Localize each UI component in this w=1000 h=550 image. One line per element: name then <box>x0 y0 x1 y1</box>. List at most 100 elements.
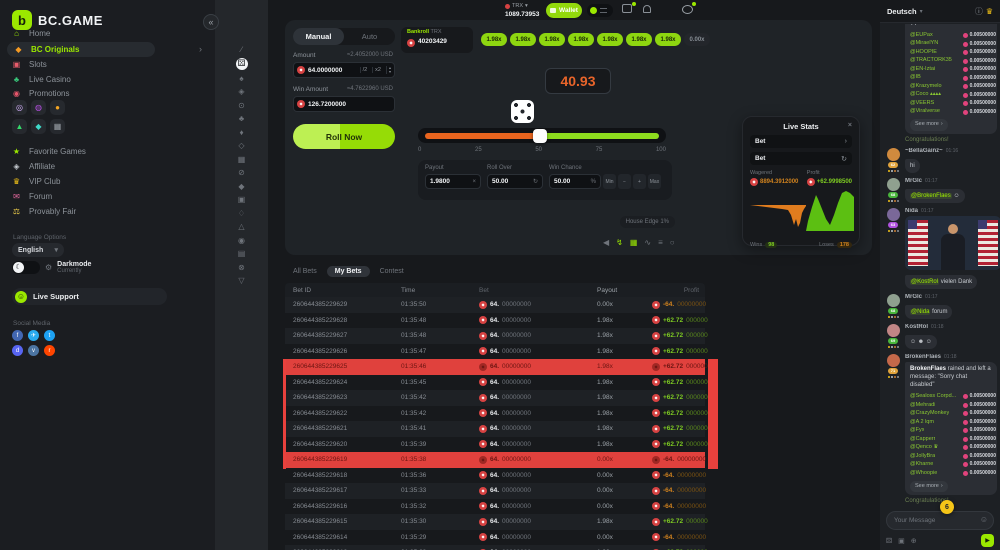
rail-game-icon[interactable]: ⊗ <box>237 262 247 272</box>
rail-game-icon[interactable]: ▦ <box>237 154 247 164</box>
mention[interactable]: @KostRol <box>910 279 939 285</box>
sidebar-item[interactable]: ▣ Slots <box>0 58 215 73</box>
win-amount-input[interactable]: 126.7200000 <box>293 96 395 112</box>
avatar[interactable] <box>887 148 900 161</box>
bet-row[interactable]: 260644385229624 01:35:45 64.00000000 1.9… <box>285 375 705 391</box>
bonus-pig-icon[interactable] <box>682 4 694 16</box>
rain-recipient[interactable]: @Qenco ♛ <box>910 444 938 451</box>
see-more-button[interactable]: See more› <box>910 481 948 492</box>
avatar[interactable] <box>887 178 900 191</box>
rain-recipient[interactable]: @MiraelYN <box>910 40 938 47</box>
bet-row[interactable]: 260644385229628 01:35:48 64.00000000 1.9… <box>285 313 705 329</box>
rail-game-icon[interactable]: ♠ <box>237 73 247 83</box>
turbo-bolt-icon[interactable]: ↯ <box>616 238 623 247</box>
mention[interactable]: @BrokenFlaes <box>910 193 952 199</box>
rain-recipient[interactable]: @EN-Iztai <box>910 66 935 73</box>
gear-icon[interactable]: ⚙ <box>45 263 52 272</box>
rain-recipient[interactable]: @Sealoss Corpd... <box>910 393 956 400</box>
rain-recipient[interactable]: @Whoopie <box>910 470 937 477</box>
rail-game-icon[interactable]: ⊙ <box>237 100 247 110</box>
chat-input[interactable] <box>886 511 994 530</box>
send-button[interactable]: ▶ <box>981 534 994 547</box>
new-messages-badge[interactable]: 6 <box>940 500 954 514</box>
bet-row[interactable]: 260644385229613 01:35:28 64.00000000 1.9… <box>285 545 705 550</box>
rain-recipient[interactable]: @HOOPIE <box>910 49 937 56</box>
darkmode-toggle[interactable]: ☾ <box>12 261 40 274</box>
quick-game-tile[interactable]: ◎ <box>12 100 27 115</box>
social-icon[interactable]: r <box>44 345 55 356</box>
rain-recipient[interactable]: @EUPax <box>910 32 933 39</box>
social-icon[interactable]: ✈ <box>28 330 39 341</box>
close-icon[interactable]: × <box>848 122 852 129</box>
chance-adjust-button[interactable]: − <box>618 174 631 189</box>
tab-my-bets[interactable]: My Bets <box>327 266 370 277</box>
result-history-pill[interactable]: 1.98x <box>655 33 681 46</box>
stats-grid-icon[interactable]: ▦ <box>630 238 638 247</box>
balance-display[interactable]: TRX ▾ 1089.73953 <box>505 4 539 18</box>
rain-recipient[interactable]: @JollyBra <box>910 453 935 460</box>
stats-game-selector[interactable]: Bet› <box>750 135 852 148</box>
chat-username[interactable]: BrokenFlaes <box>905 354 941 360</box>
result-history-pill[interactable]: 1.98x <box>539 33 565 46</box>
bet-row[interactable]: 260644385229620 01:35:39 64.00000000 1.9… <box>285 437 705 453</box>
payout-input[interactable]: 1.9800 × <box>425 174 481 189</box>
language-select[interactable]: English ▾ <box>12 243 64 257</box>
rules-icon[interactable]: ≡ <box>658 238 663 247</box>
double-bet-button[interactable]: x2 <box>372 67 383 73</box>
bet-row[interactable]: 260644385229623 01:35:42 64.00000000 1.9… <box>285 390 705 406</box>
rail-game-icon[interactable]: ◈ <box>237 87 247 97</box>
rain-recipient[interactable]: @CrazyMonkey <box>910 410 949 417</box>
dice-shortcut-icon[interactable]: ⚄ <box>886 537 892 545</box>
rain-recipient[interactable]: @Fyx <box>910 427 924 434</box>
bet-row[interactable]: 260644385229619 01:35:38 64.00000000 0.0… <box>285 452 705 468</box>
chat-username[interactable]: MrGlc <box>905 178 922 184</box>
rail-game-icon[interactable]: ♢ <box>237 208 247 218</box>
bet-row[interactable]: 260644385229627 01:35:48 64.00000000 1.9… <box>285 328 705 344</box>
image-icon[interactable]: ▣ <box>898 537 905 545</box>
sidebar-item[interactable]: ✉ Forum <box>0 189 215 204</box>
rain-trophy-icon[interactable]: ♛ <box>986 7 993 16</box>
wallet-button[interactable]: Wallet <box>546 3 582 18</box>
rail-game-icon[interactable]: ♣ <box>237 114 247 124</box>
rail-game-icon[interactable]: ♦ <box>237 127 247 137</box>
slider-handle[interactable] <box>533 129 547 143</box>
chance-adjust-button[interactable]: Min <box>603 174 616 189</box>
favorite-icon[interactable]: ○ <box>670 238 675 247</box>
rail-game-icon[interactable]: ◆ <box>237 181 247 191</box>
see-more-button[interactable]: See more› <box>910 119 948 130</box>
rain-recipient[interactable]: @Mehradi <box>910 402 935 409</box>
quick-game-tile[interactable]: ▦ <box>50 119 65 134</box>
sidebar-item[interactable]: ♣ Live Casino <box>0 72 215 87</box>
result-history-pill[interactable]: 1.98x <box>481 33 507 46</box>
bet-row[interactable]: 260644385229614 01:35:29 64.00000000 0.0… <box>285 530 705 546</box>
chat-messages[interactable]: gebracht oder? 69 <box>880 24 1000 504</box>
chat-username[interactable]: KostRol <box>905 324 928 330</box>
roll-slider[interactable] <box>418 128 666 143</box>
chat-username[interactable]: Nida <box>905 208 918 214</box>
mention[interactable]: @Nida <box>910 309 930 315</box>
sound-icon[interactable]: ◀ <box>603 238 609 247</box>
social-icon[interactable]: f <box>12 330 23 341</box>
rail-game-icon[interactable]: ▽ <box>237 276 247 286</box>
result-history-pill[interactable]: 1.98x <box>510 33 536 46</box>
quick-game-tile[interactable]: ◍ <box>31 100 46 115</box>
rail-game-icon[interactable]: ∕ <box>237 44 247 54</box>
sidebar-item[interactable]: ♛ VIP Club <box>0 174 215 189</box>
rail-game-icon[interactable]: ◇ <box>237 141 247 151</box>
chat-username[interactable]: MrGlc <box>905 294 922 300</box>
tab-auto[interactable]: Auto <box>344 28 395 45</box>
rain-recipient[interactable]: @IB <box>910 74 921 81</box>
rain-recipient[interactable]: @A 2 lqm <box>910 419 934 426</box>
bet-row[interactable]: 260644385229629 01:35:50 64.00000000 0.0… <box>285 297 705 313</box>
roll-over-input[interactable]: 50.00 ↻ <box>487 174 543 189</box>
rain-recipient[interactable]: @Krazymelo <box>910 83 942 90</box>
bet-row[interactable]: 260644385229626 01:35:47 64.00000000 1.9… <box>285 344 705 360</box>
bet-row[interactable]: 260644385229618 01:35:36 64.00000000 0.0… <box>285 468 705 484</box>
social-icon[interactable]: d <box>12 345 23 356</box>
fiat-display-toggle[interactable] <box>587 4 613 17</box>
result-history-pill[interactable]: 0.00x <box>684 33 710 46</box>
chat-language-select[interactable]: Deutsch <box>887 7 917 16</box>
amount-stepper[interactable]: ▴▾ <box>386 66 391 74</box>
bet-row[interactable]: 260644385229617 01:35:33 64.00000000 0.0… <box>285 483 705 499</box>
sidebar-item[interactable]: ⌂ Home <box>0 26 215 41</box>
